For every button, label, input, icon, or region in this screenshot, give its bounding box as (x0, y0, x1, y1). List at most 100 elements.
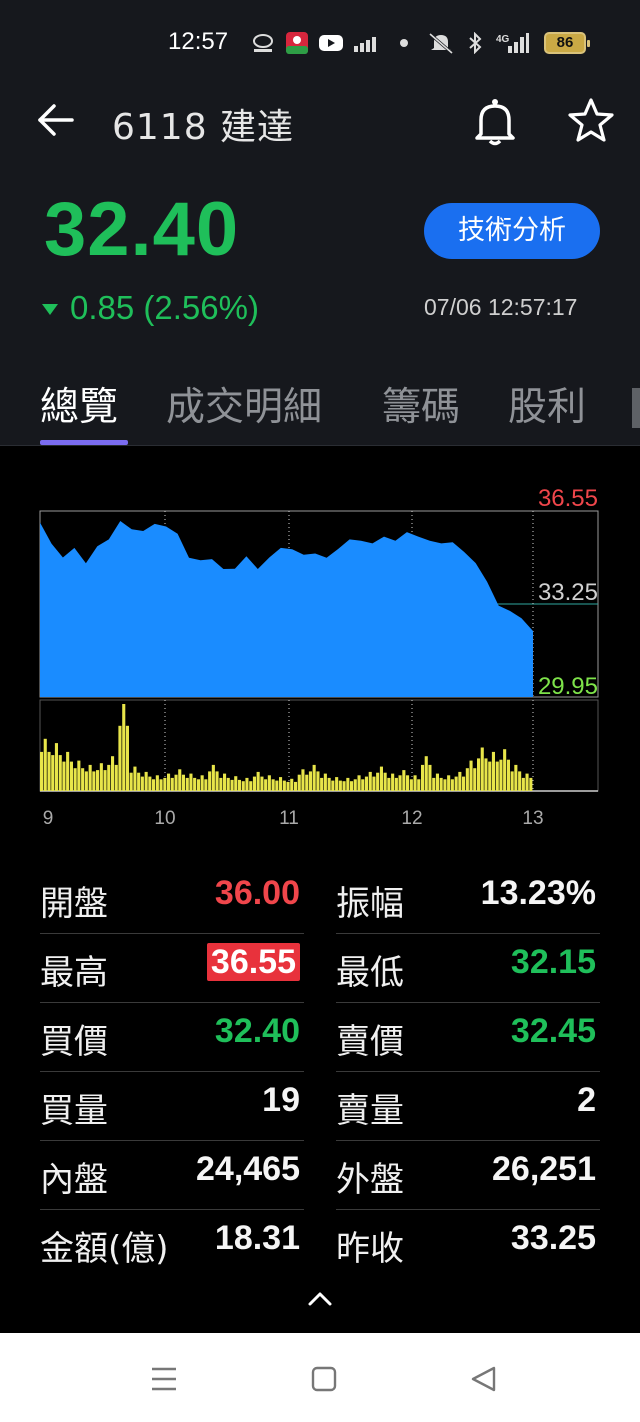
volume-bar (353, 779, 357, 791)
volume-bar (144, 771, 148, 791)
volume-bar (301, 769, 305, 792)
volume-bar (435, 773, 439, 791)
stat-value-highlight: 36.55 (206, 943, 300, 981)
arrow-left-icon[interactable] (34, 98, 78, 142)
tab-overview[interactable]: 總覽 (40, 376, 118, 432)
tab-indicator (40, 440, 128, 445)
stat-label: 最高 (40, 953, 108, 993)
volume-bars (40, 704, 533, 792)
volume-bar (155, 775, 159, 791)
x-tick-label: 12 (401, 808, 422, 829)
star-icon[interactable] (566, 96, 616, 146)
volume-bar (350, 781, 354, 791)
volume-bar (200, 775, 204, 791)
battery-indicator: 86 (544, 32, 590, 54)
volume-bar (495, 761, 499, 791)
volume-bar (331, 780, 335, 791)
row-divider (40, 1140, 304, 1141)
technical-analysis-button[interactable]: 技術分析 (424, 203, 600, 259)
volume-bar (62, 761, 66, 791)
triangle-down-icon (42, 304, 58, 315)
recent-apps-icon[interactable] (144, 1363, 184, 1395)
row-divider (336, 933, 600, 934)
tab-dividend[interactable]: 股利 (508, 376, 586, 432)
volume-bar (174, 774, 178, 791)
volume-bar (237, 779, 241, 791)
4g-signal-icon: 4G (496, 33, 529, 53)
volume-bar (510, 771, 514, 791)
tab-chips[interactable]: 籌碼 (382, 376, 460, 432)
volume-bar (47, 751, 51, 791)
price-area-fill (40, 521, 533, 697)
volume-bar (51, 755, 55, 791)
volume-bar (521, 777, 525, 791)
volume-bar (140, 776, 144, 791)
row-divider (336, 1071, 600, 1072)
stat-value: 32.40 (214, 1012, 300, 1050)
mute-icon (429, 32, 453, 54)
volume-bar (189, 773, 193, 791)
volume-bar (335, 777, 339, 791)
stat-label: 內盤 (40, 1160, 108, 1200)
volume-bar (447, 775, 451, 791)
current-price: 32.40 (44, 187, 240, 272)
back-triangle-icon[interactable] (464, 1363, 504, 1395)
bell-icon[interactable] (472, 96, 518, 146)
tab-bar: 總覽 成交明細 籌碼 股利 (0, 370, 640, 446)
volume-bar (81, 768, 85, 791)
volume-bar (297, 774, 301, 791)
volume-bar (282, 780, 286, 791)
stat-value: 18.31 (214, 1219, 300, 1257)
stat-value: 19 (262, 1081, 300, 1119)
volume-bar (241, 781, 245, 791)
volume-bar (114, 764, 118, 791)
volume-bar (152, 779, 156, 791)
x-axis-ticks: 9 10 11 12 13 (43, 808, 544, 829)
volume-bar (230, 779, 234, 791)
volume-bar (234, 776, 238, 791)
volume-bar (163, 777, 167, 791)
volume-bar (77, 760, 81, 791)
volume-bar (43, 738, 47, 791)
volume-bar (439, 777, 443, 791)
volume-bar (402, 770, 406, 791)
volume-bar (361, 779, 365, 791)
volume-bar (275, 780, 279, 791)
volume-bar (211, 764, 215, 791)
volume-bar (193, 777, 197, 791)
page-title: 6118 建達 (112, 107, 295, 148)
volume-bar (376, 772, 380, 791)
intraday-chart[interactable]: 36.55 33.25 29.95 9 10 11 12 13 (0, 480, 640, 840)
volume-bar (204, 779, 208, 791)
volume-bar (323, 773, 327, 791)
volume-bar (525, 773, 529, 791)
volume-bar (503, 749, 507, 791)
volume-bar (469, 760, 473, 791)
volume-bar (462, 776, 466, 791)
volume-bar (413, 775, 417, 791)
volume-bar (443, 779, 447, 791)
system-nav-bar (0, 1333, 640, 1422)
app-icon (286, 32, 308, 54)
volume-bar (170, 777, 174, 791)
volume-bar (245, 777, 249, 791)
volume-bar (458, 771, 462, 791)
volume-bar (294, 781, 298, 791)
volume-bar (364, 776, 368, 791)
volume-bar (96, 770, 100, 791)
tab-overflow-hint (632, 388, 640, 428)
volume-bar (111, 756, 115, 791)
stat-label: 昨收 (336, 1229, 404, 1269)
stat-value: 36.00 (214, 874, 300, 912)
home-icon[interactable] (304, 1363, 344, 1395)
somax-icon (253, 34, 273, 52)
volume-bar (305, 774, 309, 791)
y-label-high: 36.55 (538, 485, 598, 512)
chevron-up-icon[interactable] (306, 1286, 334, 1310)
signal-chart-icon (354, 37, 376, 52)
x-tick-label: 13 (522, 808, 543, 829)
volume-bar (488, 761, 492, 791)
tab-trade-details[interactable]: 成交明細 (166, 376, 322, 432)
volume-bar (417, 779, 421, 791)
volume-bar (133, 766, 137, 791)
